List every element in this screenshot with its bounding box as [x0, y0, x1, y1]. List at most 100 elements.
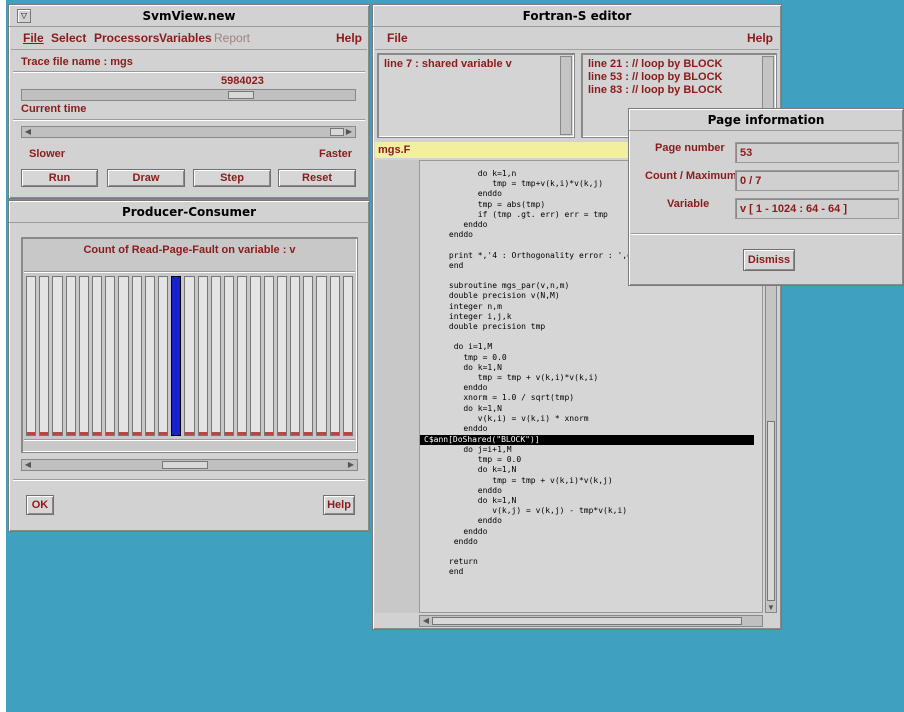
- editor-title-bar[interactable]: Fortran-S editor: [373, 5, 781, 27]
- scroll-left-icon[interactable]: ◀: [22, 127, 34, 137]
- help-button[interactable]: Help: [323, 495, 355, 515]
- page-info-title-bar[interactable]: Page information: [629, 109, 903, 131]
- chart-bar[interactable]: [276, 276, 287, 436]
- loops-list-item[interactable]: line 83 : // loop by BLOCK: [588, 84, 722, 96]
- bar-base: [211, 432, 220, 435]
- editor-menubar: File Help: [375, 27, 779, 50]
- bar-base: [317, 432, 326, 435]
- chart-scrollbar[interactable]: ◀ ▶: [21, 459, 358, 471]
- chart-bar[interactable]: [144, 276, 155, 436]
- separator: [13, 479, 365, 481]
- chart-bar[interactable]: [65, 276, 76, 436]
- time-slider-thumb[interactable]: [228, 91, 254, 99]
- bar-base: [277, 432, 286, 435]
- chart-bar[interactable]: [250, 276, 261, 436]
- bar-base: [225, 432, 234, 435]
- producer-title-bar[interactable]: Producer-Consumer: [9, 201, 369, 223]
- variables-list-item[interactable]: line 7 : shared variable v: [384, 58, 512, 70]
- variable-field[interactable]: v [ 1 - 1024 : 64 - 64 ]: [735, 198, 899, 219]
- highlighted-code-line[interactable]: C$ann[DoShared("BLOCK")]: [420, 435, 754, 445]
- chart-bar[interactable]: [329, 276, 340, 436]
- variable-label: Variable: [667, 198, 710, 210]
- scroll-right-icon[interactable]: ▶: [345, 460, 357, 470]
- menu-help[interactable]: Help: [747, 31, 773, 45]
- chart-bar[interactable]: [237, 276, 248, 436]
- chart-bar[interactable]: [197, 276, 208, 436]
- slower-label: Slower: [29, 148, 66, 160]
- chart-bar[interactable]: [78, 276, 89, 436]
- chart-bar[interactable]: [303, 276, 314, 436]
- chart-caption: Count of Read-Page-Fault on variable : v: [83, 244, 296, 256]
- bar-base: [119, 432, 128, 435]
- code-text[interactable]: do j=i+1,M tmp = 0.0 do k=1,N tmp = tmp …: [420, 445, 627, 578]
- page-number-label: Page number: [655, 142, 725, 154]
- bar-base: [40, 432, 49, 435]
- scroll-left-icon[interactable]: ◀: [22, 460, 34, 470]
- loops-list-item[interactable]: line 21 : // loop by BLOCK: [588, 58, 722, 70]
- menu-processors[interactable]: Processors: [94, 31, 159, 45]
- scroll-down-icon[interactable]: ▼: [766, 603, 776, 612]
- loops-list-item[interactable]: line 53 : // loop by BLOCK: [588, 71, 722, 83]
- code-hscroll-thumb[interactable]: [432, 617, 742, 625]
- time-slider[interactable]: [21, 89, 356, 101]
- bar-base: [330, 432, 339, 435]
- menu-help[interactable]: Help: [336, 31, 362, 45]
- bar-base: [93, 432, 102, 435]
- chart-bar[interactable]: [316, 276, 327, 436]
- annotation-line: C$ann[DoShared("BLOCK")]: [424, 435, 540, 444]
- bar-base: [79, 432, 88, 435]
- code-scroll-thumb[interactable]: [767, 421, 775, 601]
- ok-button[interactable]: OK: [26, 495, 54, 515]
- code-text[interactable]: do k=1,n tmp = tmp+v(k,i)*v(k,j) enddo t…: [420, 169, 642, 434]
- separator: [13, 119, 365, 121]
- bar-base: [238, 432, 247, 435]
- chart-bar[interactable]: [263, 276, 274, 436]
- chart-bar[interactable]: [39, 276, 50, 436]
- chart-bar-highlighted[interactable]: [171, 276, 182, 436]
- scroll-right-icon[interactable]: ▶: [343, 127, 355, 137]
- chart-bar[interactable]: [184, 276, 195, 436]
- bar-base: [172, 432, 181, 435]
- bar-base: [132, 432, 141, 435]
- svmview-title: SvmView.new: [142, 9, 236, 23]
- chart-bar[interactable]: [224, 276, 235, 436]
- chart-bar[interactable]: [131, 276, 142, 436]
- run-button[interactable]: Run: [21, 169, 98, 187]
- chart-bar[interactable]: [118, 276, 129, 436]
- chart-bar[interactable]: [342, 276, 353, 436]
- menu-variables[interactable]: Variables: [159, 31, 212, 45]
- bar-base: [27, 432, 36, 435]
- chart-bar[interactable]: [92, 276, 103, 436]
- chart-bar[interactable]: [290, 276, 301, 436]
- window-menu-icon[interactable]: ▽: [17, 9, 31, 23]
- speed-slider-thumb[interactable]: [330, 128, 344, 136]
- variables-list-scrollbar[interactable]: [560, 56, 572, 135]
- menu-file[interactable]: File: [387, 31, 408, 45]
- chart-bar[interactable]: [26, 276, 37, 436]
- scroll-left-icon[interactable]: ◀: [420, 616, 432, 626]
- svmview-title-bar[interactable]: ▽ SvmView.new: [9, 5, 369, 27]
- count-maximum-field[interactable]: 0 / 7: [735, 170, 899, 191]
- bar-base: [304, 432, 313, 435]
- chart-bar[interactable]: [158, 276, 169, 436]
- reset-button[interactable]: Reset: [278, 169, 356, 187]
- chart-bar[interactable]: [210, 276, 221, 436]
- chart-bar[interactable]: [52, 276, 63, 436]
- draw-button[interactable]: Draw: [107, 169, 185, 187]
- producer-consumer-window: Producer-Consumer Count of Read-Page-Fau…: [8, 200, 370, 532]
- speed-slider[interactable]: ◀ ▶: [21, 126, 356, 138]
- page-number-field[interactable]: 53: [735, 142, 899, 163]
- chart-bar[interactable]: [105, 276, 116, 436]
- step-button[interactable]: Step: [193, 169, 271, 187]
- bar-base: [106, 432, 115, 435]
- menu-select[interactable]: Select: [51, 31, 86, 45]
- code-horizontal-scrollbar[interactable]: ◀: [419, 615, 763, 627]
- variables-list: line 7 : shared variable v: [377, 53, 575, 138]
- chart-bars: [25, 276, 355, 436]
- trace-file-label: Trace file name : mgs: [21, 56, 133, 68]
- chart-scroll-thumb[interactable]: [162, 461, 208, 469]
- bar-base: [66, 432, 75, 435]
- menu-report[interactable]: Report: [214, 31, 250, 45]
- menu-file[interactable]: File: [23, 31, 44, 45]
- dismiss-button[interactable]: Dismiss: [743, 249, 795, 271]
